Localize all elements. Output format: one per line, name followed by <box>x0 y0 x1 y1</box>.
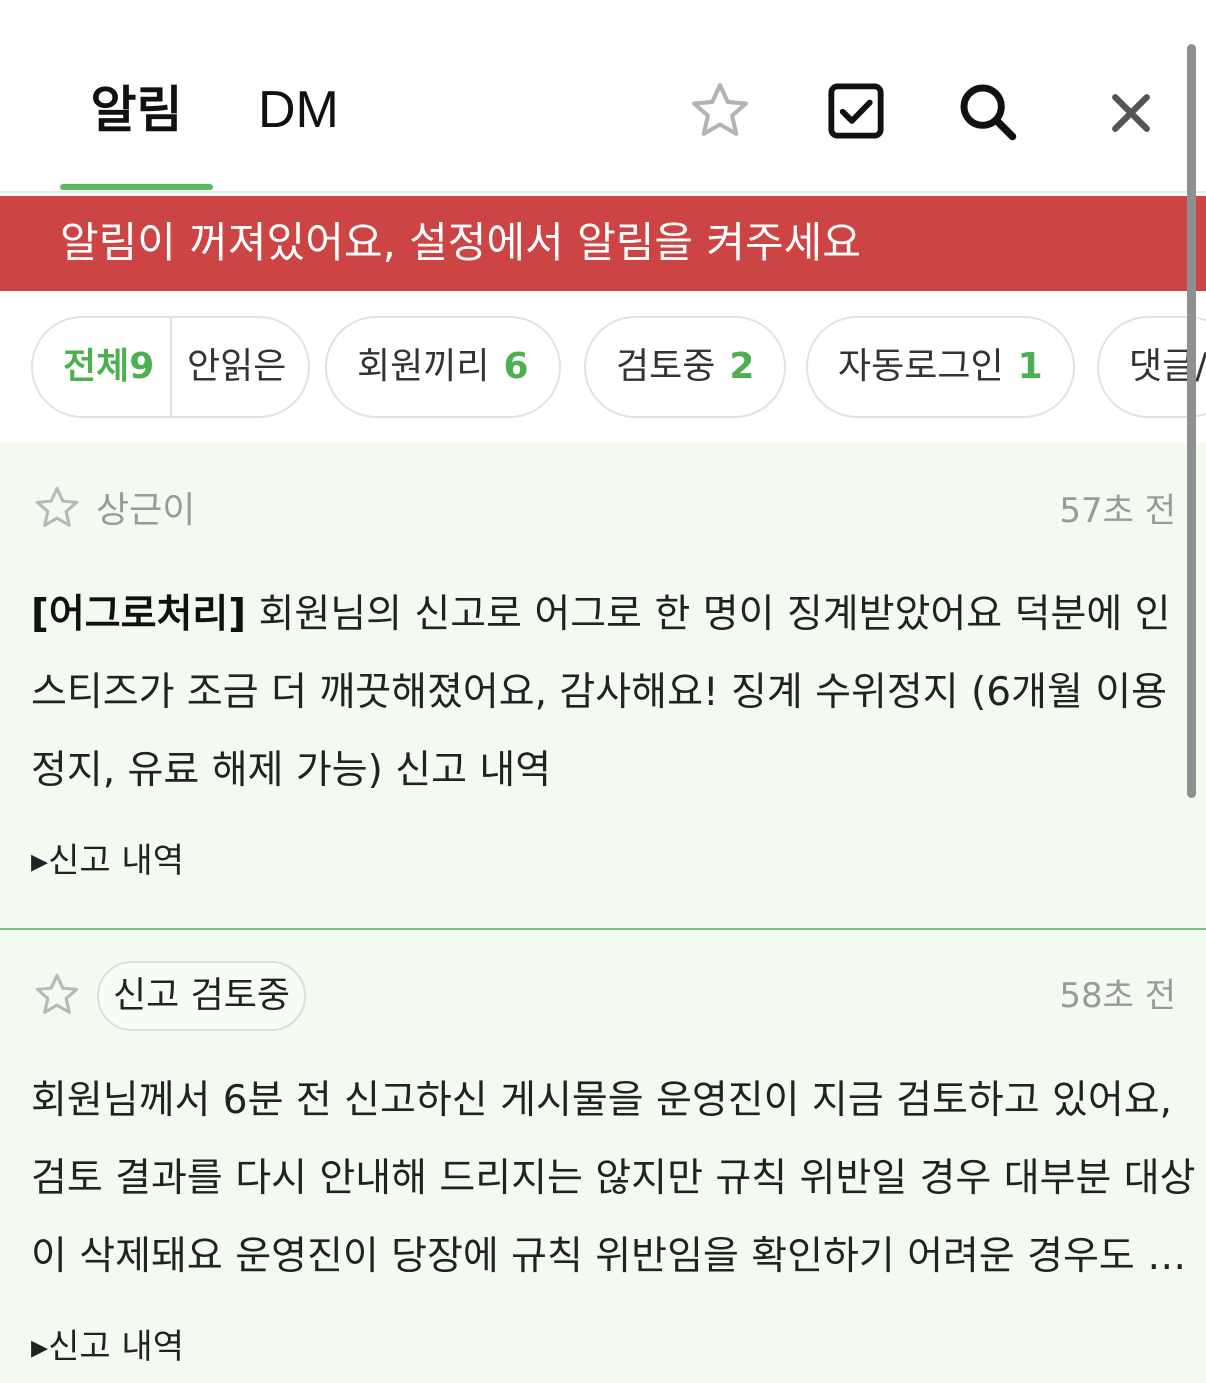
filter-chip-members[interactable]: 회원끼리 6 <box>325 316 561 418</box>
report-history-link[interactable]: ▸신고 내역 <box>31 1325 184 1369</box>
report-history-link[interactable]: ▸신고 내역 <box>31 839 184 883</box>
notification-item[interactable]: 신고 검토중 58초 전 회원님께서 6분 전 신고하신 게시물을 운영진이 지… <box>0 930 1206 1383</box>
filter-all[interactable]: 전체9 <box>63 318 154 416</box>
star-outline-icon[interactable] <box>31 483 83 533</box>
filter-chip-all: 전체9 안읽은 <box>31 316 310 418</box>
filter-all-count: 9 <box>129 346 155 387</box>
checkbox-icon[interactable] <box>827 82 885 140</box>
search-icon[interactable] <box>954 80 1022 144</box>
notification-message: [어그로처리] 회원님의 신고로 어그로 한 명이 징계받았어요 덕분에 인스티… <box>31 576 1196 810</box>
notification-message: 회원님께서 6분 전 신고하신 게시물을 운영진이 지금 검토하고 있어요, 검… <box>31 1078 1196 1279</box>
chip-count: 2 <box>729 346 755 387</box>
star-outline-icon[interactable] <box>686 78 754 144</box>
notification-time: 57초 전 <box>1059 491 1176 531</box>
notification-tag: [어그로처리] <box>31 592 247 637</box>
filter-chips: 전체9 안읽은 회원끼리 6 검토중 2 자동로그인 1 댓글/ <box>0 291 1206 443</box>
header: 알림 DM <box>0 0 1206 192</box>
close-icon[interactable] <box>1110 92 1152 134</box>
notification-item[interactable]: 상근이 57초 전 [어그로처리] 회원님의 신고로 어그로 한 명이 징계받았… <box>0 443 1206 928</box>
tab-alerts[interactable]: 알림 <box>60 80 213 140</box>
banner-text: 알림이 꺼져있어요, 설정에서 알림을 켜주세요 <box>60 218 861 267</box>
filter-unread[interactable]: 안읽은 <box>187 318 286 416</box>
filter-all-label: 전체 <box>63 346 130 387</box>
scrollbar[interactable] <box>1187 44 1196 798</box>
active-tab-indicator <box>60 184 213 190</box>
header-divider <box>0 191 1206 193</box>
notification-sender: 상근이 <box>96 490 196 531</box>
notifications-off-banner[interactable]: 알림이 꺼져있어요, 설정에서 알림을 켜주세요 <box>0 196 1206 291</box>
filter-chip-autologin[interactable]: 자동로그인 1 <box>806 316 1075 418</box>
filter-chip-reviewing[interactable]: 검토중 2 <box>584 316 787 418</box>
chip-count: 6 <box>503 346 529 387</box>
chip-count: 1 <box>1017 346 1043 387</box>
status-badge: 신고 검토중 <box>97 961 307 1031</box>
notification-time: 58초 전 <box>1059 976 1176 1016</box>
chip-label: 검토중 <box>616 346 716 387</box>
chip-label: 자동로그인 <box>838 346 1004 387</box>
chip-label: 회원끼리 <box>357 346 490 387</box>
chip-divider <box>170 318 172 416</box>
star-outline-icon[interactable] <box>31 970 83 1020</box>
tab-dm[interactable]: DM <box>258 80 339 140</box>
